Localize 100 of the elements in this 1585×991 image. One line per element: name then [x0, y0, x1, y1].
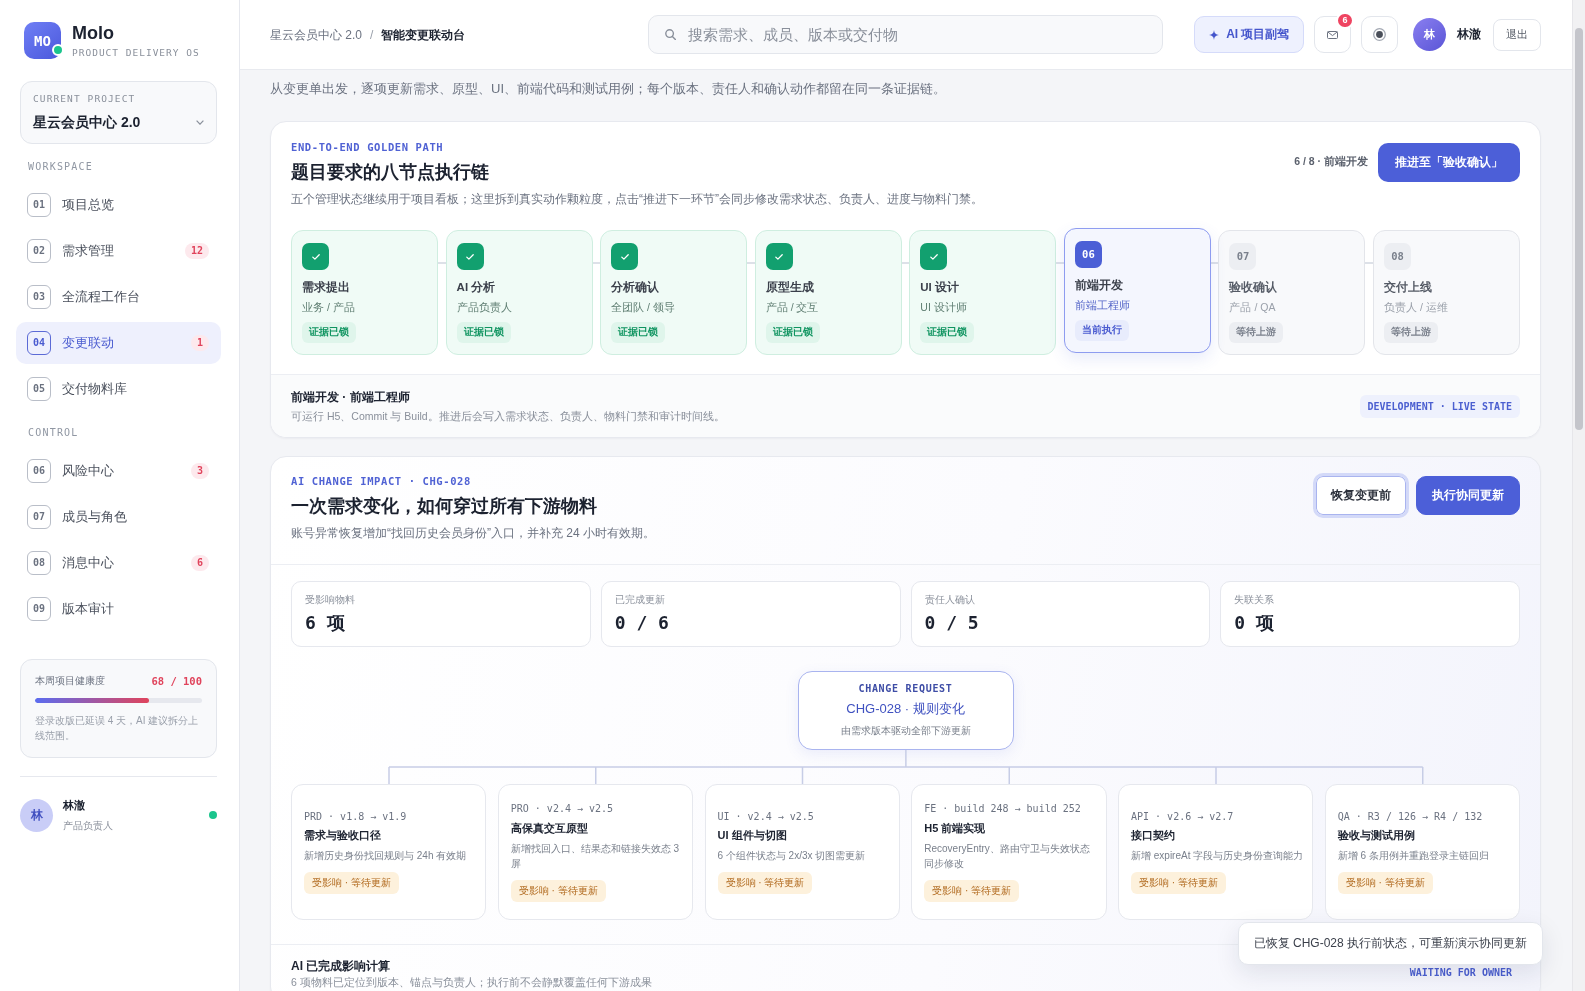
impact-pill: 受影响 · 等待更新	[717, 871, 813, 894]
step-connector	[1056, 262, 1064, 264]
step-owner: 产品 / QA	[1229, 300, 1276, 314]
artifact-description: 新增历史身份找回规则与 24h 有效期	[304, 849, 467, 864]
status-pill: 证据已锁	[611, 321, 666, 343]
selector-label: CURRENT PROJECT	[33, 92, 137, 106]
chevron-down-icon	[196, 119, 204, 125]
stage-title: 前端开发 · 前端工程师	[291, 389, 411, 406]
impact-pill: 受影响 · 等待更新	[1131, 871, 1226, 894]
health-note: 登录改版已延误 4 天，AI 建议拆分上线范围。	[35, 714, 200, 743]
artifact-description: RecoveryEntry、路由守卫与失效状态同步修改	[924, 841, 1091, 871]
stat-label: 失联关系	[1234, 593, 1276, 607]
brand-tagline: PRODUCT DELIVERY OS	[72, 47, 200, 59]
check-icon	[611, 243, 639, 270]
user-avatar[interactable]: 林	[1413, 18, 1446, 51]
logout-button[interactable]: 退出	[1493, 18, 1541, 51]
search-field[interactable]: 搜索需求、成员、版本或交付物	[648, 15, 1163, 54]
status-pill: 等待上游	[1384, 321, 1439, 343]
sparkle-icon	[1209, 29, 1220, 40]
artifact-title: UI 组件与切图	[717, 828, 787, 844]
step-number: 07	[1229, 243, 1257, 270]
nav-number: 06	[27, 459, 51, 483]
breadcrumb-current: 智能变更联动台	[381, 26, 466, 43]
scrollbar[interactable]	[1572, 0, 1585, 991]
stage-title: AI 已完成影响计算	[291, 957, 392, 975]
step-number: 06	[1074, 241, 1102, 268]
artifact-title: 高保真交互原型	[510, 820, 588, 836]
step-owner: 产品 / 交互	[765, 300, 819, 314]
check-icon	[302, 243, 329, 270]
step-owner: UI 设计师	[920, 300, 967, 314]
section-label: WORKSPACE	[28, 160, 94, 174]
artifact-version: PRD · v1.8 → v1.9	[304, 809, 407, 824]
nav-number: 09	[27, 597, 51, 621]
nav-item[interactable]: 04 变更联动 1	[16, 322, 221, 364]
count-badge: 3	[190, 463, 209, 479]
nav-item[interactable]: 02 需求管理 12	[16, 230, 221, 272]
impact-pill: 受影响 · 等待更新	[1337, 871, 1433, 894]
section-eyebrow: AI CHANGE IMPACT · CHG-028	[291, 473, 472, 488]
nav-number: 05	[27, 377, 51, 401]
scrollbar-thumb[interactable]	[1575, 28, 1583, 430]
nav-number: 07	[27, 505, 51, 529]
count-badge: 1	[190, 335, 209, 351]
health-title: 本周项目健康度	[35, 674, 105, 688]
step-name: 验收确认	[1229, 280, 1278, 295]
nav-number: 04	[27, 331, 51, 355]
step-owner: 前端工程师	[1074, 298, 1130, 312]
count-badge: 6	[190, 555, 209, 571]
stat-label: 已完成更新	[614, 593, 666, 607]
artifact-title: H5 前端实现	[924, 820, 986, 836]
breadcrumb-link[interactable]: 星云会员中心 2.0	[270, 26, 362, 43]
user-avatar: 林	[20, 798, 53, 832]
toast-message: 已恢复 CHG-028 执行前状态，可重新演示协同更新	[1237, 922, 1543, 965]
mail-button[interactable]: 6	[1313, 16, 1351, 53]
status-pill: 证据已锁	[765, 321, 820, 343]
status-pill: 证据已锁	[920, 321, 975, 343]
advance-button[interactable]: 推进至「验收确认」	[1378, 142, 1520, 182]
step-name: 需求提出	[302, 280, 350, 295]
artifact-description: 新增 6 条用例并重跑登录主链回归	[1337, 849, 1489, 864]
step-owner: 负责人 / 运维	[1384, 300, 1448, 314]
status-pill: 当前执行	[1074, 319, 1129, 341]
impact-pill: 受影响 · 等待更新	[924, 879, 1020, 902]
stat-value: 0 项	[1234, 612, 1275, 634]
status-pill: 等待上游	[1229, 321, 1284, 343]
circle-dot-icon	[1373, 28, 1386, 41]
count-badge: 12	[184, 243, 209, 259]
copilot-button[interactable]: AI 项目副驾	[1194, 16, 1304, 53]
user-name: 林澈	[1457, 26, 1481, 43]
nav-number: 01	[27, 193, 51, 217]
nav-item[interactable]: 03 全流程工作台	[16, 276, 221, 318]
brand-name: Molo	[72, 22, 115, 44]
sync-update-button[interactable]: 执行协同更新	[1416, 476, 1520, 515]
step-number: 08	[1384, 243, 1412, 270]
step-name: 原型生成	[765, 280, 814, 295]
check-icon	[456, 243, 484, 270]
node-subtitle: 由需求版本驱动全部下游更新	[840, 723, 971, 738]
project-selector[interactable]: CURRENT PROJECT 星云会员中心 2.0	[20, 81, 217, 144]
nav-item[interactable]: 09 版本审计	[16, 588, 221, 630]
nav-item[interactable]: 06 风险中心 3	[16, 450, 221, 492]
nav-number: 02	[27, 239, 51, 263]
stat-value: 6 项	[305, 612, 346, 634]
section-title: 一次需求变化，如何穿过所有下游物料	[291, 494, 597, 518]
restore-button[interactable]: 恢复变更前	[1313, 473, 1409, 518]
nav-item[interactable]: 05 交付物料库	[16, 368, 221, 410]
nav-item[interactable]: 07 成员与角色	[16, 496, 221, 538]
nav-item[interactable]: 01 项目总览	[16, 184, 221, 226]
health-score: 68 / 100	[151, 674, 202, 689]
node-eyebrow: CHANGE REQUEST	[858, 682, 953, 697]
stage-note: 6 项物料已定位到版本、锚点与负责人；执行前不会静默覆盖任何下游成果	[291, 975, 652, 989]
step-owner: 产品负责人	[456, 300, 512, 314]
record-button[interactable]	[1361, 16, 1398, 53]
nav-item[interactable]: 08 消息中心 6	[16, 542, 221, 584]
step-connector	[438, 262, 446, 264]
artifact-description: 新增 expireAt 字段与历史身份查询能力	[1131, 849, 1304, 864]
artifact-version: PRO · v2.4 → v2.5	[510, 802, 614, 816]
stage-note: 可运行 H5、Commit 与 Build。推进后会写入需求状态、负责人、物料门禁和审计时间线。	[291, 409, 725, 424]
section-eyebrow: END-TO-END GOLDEN PATH	[291, 140, 445, 154]
nav-number: 03	[27, 285, 51, 309]
section-description: 账号异常恢复增加“找回历史会员身份”入口，并补充 24 小时有效期。	[291, 525, 656, 542]
envelope-icon	[1326, 30, 1338, 39]
artifact-title: 验收与测试用例	[1337, 828, 1415, 844]
